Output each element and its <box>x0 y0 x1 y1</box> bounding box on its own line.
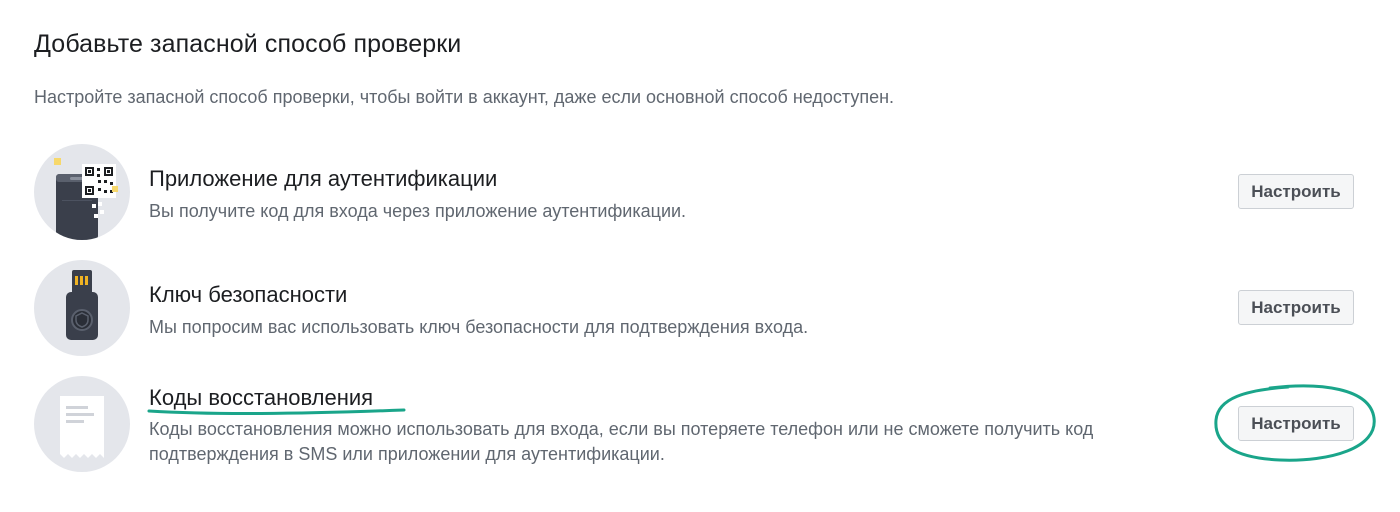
authenticator-app-icon <box>34 144 130 240</box>
option-description: Мы попросим вас использовать ключ безопа… <box>149 317 809 337</box>
security-key-icon <box>34 260 130 356</box>
option-description: Вы получите код для входа через приложен… <box>149 201 687 221</box>
option-security-key: Ключ безопасности Мы попросим вас исполь… <box>34 260 1364 356</box>
option-title: Ключ безопасности <box>149 282 348 307</box>
option-description: Коды восстановления можно использовать д… <box>149 419 1094 464</box>
page-title: Добавьте запасной способ проверки <box>34 30 462 58</box>
setup-authenticator-button[interactable]: Настроить <box>1238 174 1354 209</box>
page-subtitle: Настройте запасной способ проверки, чтоб… <box>34 87 895 107</box>
setup-security-key-button[interactable]: Настроить <box>1238 290 1354 325</box>
option-authenticator-app: Приложение для аутентификации Вы получит… <box>34 144 1364 240</box>
option-recovery-codes: Коды восстановления Коды восстановления … <box>34 376 1364 472</box>
option-title: Приложение для аутентификации <box>149 166 498 191</box>
recovery-codes-icon <box>34 376 130 472</box>
annotation-circle <box>1214 384 1376 462</box>
annotation-underline <box>147 408 406 416</box>
